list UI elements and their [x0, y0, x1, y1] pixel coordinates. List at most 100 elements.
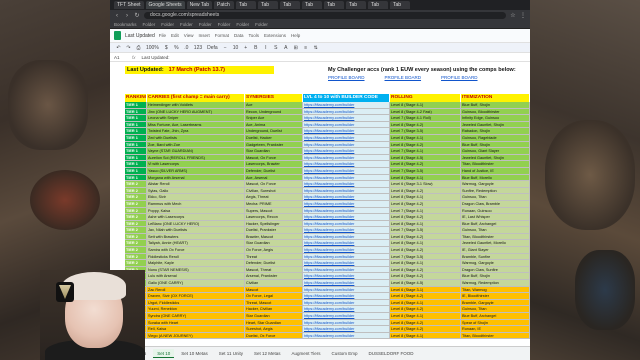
url-input[interactable]: docs.google.com/spreadsheets: [144, 12, 506, 19]
bookmark-item[interactable]: Folder: [218, 22, 231, 27]
sheet-tab[interactable]: Set 10 Metas: [177, 349, 212, 358]
table-cell[interactable]: Level 8 (Stage 4-2): [390, 200, 461, 207]
table-cell[interactable]: TIER 1: [125, 174, 147, 181]
table-cell[interactable]: TIER 2: [125, 187, 147, 194]
table-cell[interactable]: https://tftacademy.com/builder: [303, 233, 390, 240]
table-cell[interactable]: Runaan, IE: [461, 326, 530, 332]
document-title[interactable]: Last Updated: [125, 33, 155, 39]
table-row[interactable]: TIER 3Urgot, FiddlesticksThreat, Mascoth…: [125, 299, 530, 307]
table-cell[interactable]: TIER 1: [125, 154, 147, 161]
table-cell[interactable]: Ox Force, Aegis: [245, 247, 303, 253]
table-cell[interactable]: Civilian, Sureshot: [245, 187, 303, 194]
table-cell[interactable]: https://tftacademy.com/builder: [303, 214, 390, 220]
table-cell[interactable]: Blue Buff, Shojin: [461, 273, 530, 280]
table-cell[interactable]: Level 7 (Stage 3-5): [390, 253, 461, 260]
table-cell[interactable]: Hacker, Spellslinger: [245, 220, 303, 227]
table-cell[interactable]: Infinity Edge, Guinsoo: [461, 115, 530, 121]
table-cell[interactable]: https://tftacademy.com/builder: [303, 280, 390, 286]
table-cell[interactable]: Level 6 (Stage 3-1 Slow): [390, 181, 461, 187]
table-cell[interactable]: Level 8 (Stage 4-1): [390, 174, 461, 181]
toolbar-button[interactable]: −: [223, 45, 228, 51]
table-cell[interactable]: LeBlanc (ONE LUCKY HERO): [147, 220, 245, 227]
table-cell[interactable]: Titan, Warmog: [461, 286, 530, 293]
table-cell[interactable]: Level 8 (Stage 4-2): [390, 273, 461, 280]
table-row[interactable]: TIER 2Nunu (STAR NEMESIS)Mascot, Threath…: [125, 266, 530, 274]
browser-tab[interactable]: Patch: [214, 1, 234, 9]
table-cell[interactable]: https://tftacademy.com/builder: [303, 227, 390, 233]
table-row[interactable]: TIER 3Rell, KaisaSureshot, Aegishttps://…: [125, 326, 530, 333]
table-row[interactable]: TIER 1 Zed with Duelists Duelist, Hacker ht…: [125, 134, 530, 142]
browser-tab[interactable]: Tab: [390, 1, 410, 9]
table-row[interactable]: TIER 1 Leona with Sniper Sniper Ace https:/…: [125, 115, 530, 122]
table-cell[interactable]: Star Guardian: [245, 313, 303, 319]
toolbar-button[interactable]: 123: [194, 45, 202, 51]
profile-link[interactable]: PROFILE BOARD: [441, 75, 478, 80]
table-cell[interactable]: Level 8 (Stage 4-2): [390, 161, 461, 167]
toolbar-button[interactable]: ↶: [116, 45, 121, 51]
table-cell[interactable]: Aegis, Threat: [245, 194, 303, 200]
table-cell[interactable]: Level 8 (Stage 4-1): [390, 332, 461, 339]
table-cell[interactable]: Guinsoo, Giant Slayer: [461, 148, 530, 154]
table-cell[interactable]: Lasercorps, Brawler: [245, 161, 303, 167]
toolbar-button[interactable]: I: [263, 45, 268, 51]
table-cell[interactable]: TIER 2: [125, 260, 147, 266]
table-cell[interactable]: Yuumi, Renekton: [147, 306, 245, 312]
table-cell[interactable]: Ashe with Lasercorps: [147, 214, 245, 220]
table-row[interactable]: TIER 1 Aurelion Sol (REROLL FRIENDS) Masco…: [125, 154, 530, 162]
table-cell[interactable]: Urgot, Fiddlesticks: [147, 299, 245, 306]
table-cell[interactable]: Level 8 (Stage 4-2): [390, 306, 461, 312]
toolbar-button[interactable]: ⇅: [313, 45, 318, 51]
table-cell[interactable]: Galio (ONE CARRY): [147, 280, 245, 286]
toolbar-button[interactable]: B: [253, 45, 258, 51]
table-cell[interactable]: https://tftacademy.com/builder: [303, 181, 390, 187]
table-cell[interactable]: Recon, Underground: [245, 108, 303, 115]
table-cell[interactable]: Miss Fortune, Ace, Laserbeams: [147, 121, 245, 128]
table-cell[interactable]: Titan, Bloodthirster: [461, 332, 530, 339]
table-cell[interactable]: Ox Force, Legal: [245, 293, 303, 299]
table-cell[interactable]: TIER 2: [125, 227, 147, 233]
toolbar-button[interactable]: 10: [233, 45, 239, 51]
table-cell[interactable]: Yasuo (SILVER ARMS): [147, 167, 245, 174]
table-cell[interactable]: Level 8 (Stage 4-5): [390, 154, 461, 161]
table-row[interactable]: TIER 3Zac RerollMascothttps://tftacademy…: [125, 286, 530, 294]
table-cell[interactable]: Supers, Mascot: [245, 207, 303, 214]
column-header[interactable]: CARRIES (first champ = main carry): [147, 94, 245, 102]
table-cell[interactable]: Lasercorps, Recon: [245, 214, 303, 220]
reload-icon[interactable]: ↻: [134, 13, 140, 19]
bookmark-item[interactable]: Bookmarks: [114, 22, 137, 27]
table-cell[interactable]: https://tftacademy.com/builder: [303, 134, 390, 141]
table-cell[interactable]: Guinsoo, Rageblade: [461, 134, 530, 141]
table-cell[interactable]: https://tftacademy.com/builder: [303, 148, 390, 154]
toolbar-button[interactable]: S: [273, 45, 278, 51]
table-row[interactable]: TIER 1 Zoe, Bard with Zoe Gadgeteen, Prank…: [125, 141, 530, 149]
menu-item[interactable]: Extensions: [264, 33, 286, 38]
table-cell[interactable]: Samira with Ox Force: [147, 247, 245, 253]
table-cell[interactable]: https://tftacademy.com/builder: [303, 174, 390, 181]
table-row[interactable]: TIER 1 Vi with Lasercorps Lasercorps, Braw…: [125, 161, 530, 168]
table-cell[interactable]: Duelist, Ox Force: [245, 332, 303, 339]
table-cell[interactable]: Draven, Sivir (OX FORCE): [147, 293, 245, 299]
table-cell[interactable]: Bramble, Sunfire: [461, 253, 530, 260]
table-cell[interactable]: Alistar Reroll: [147, 181, 245, 187]
table-cell[interactable]: TIER 2: [125, 253, 147, 260]
table-cell[interactable]: https://tftacademy.com/builder: [303, 326, 390, 332]
table-cell[interactable]: TIER 1: [125, 148, 147, 154]
table-cell[interactable]: Level 8 (Stage 4-2): [390, 214, 461, 220]
bookmark-item[interactable]: Folder: [236, 22, 249, 27]
table-cell[interactable]: https://tftacademy.com/builder: [303, 266, 390, 273]
toolbar-button[interactable]: Defa: [207, 45, 218, 51]
table-cell[interactable]: TIER 1: [125, 128, 147, 134]
table-row[interactable]: TIER 1 Yasuo (SILVER ARMS) Defender, Dueli…: [125, 167, 530, 175]
sheet-tab[interactable]: Augment Tiers: [288, 349, 325, 358]
table-row[interactable]: TIER 3Soraka with HeartHeart, Star Guard…: [125, 319, 530, 327]
table-cell[interactable]: https://tftacademy.com/builder: [303, 313, 390, 319]
table-cell[interactable]: Level 7 (Stage 3-5): [390, 167, 461, 174]
table-cell[interactable]: Threat, Mascot: [245, 299, 303, 306]
table-cell[interactable]: Guinsoo, Titan: [461, 306, 530, 312]
table-cell[interactable]: Guinsoo, Bloodthirster: [461, 108, 530, 115]
table-row[interactable]: TIER 2 Poppy, Kaisa Supers, Mascot https://…: [125, 207, 530, 215]
menu-icon[interactable]: ⋮: [520, 13, 526, 19]
table-cell[interactable]: Duelist, Hacker: [245, 134, 303, 141]
table-cell[interactable]: Warmog, Redemption: [461, 280, 530, 286]
table-cell[interactable]: Level 8 (Stage 4-2): [390, 141, 461, 148]
